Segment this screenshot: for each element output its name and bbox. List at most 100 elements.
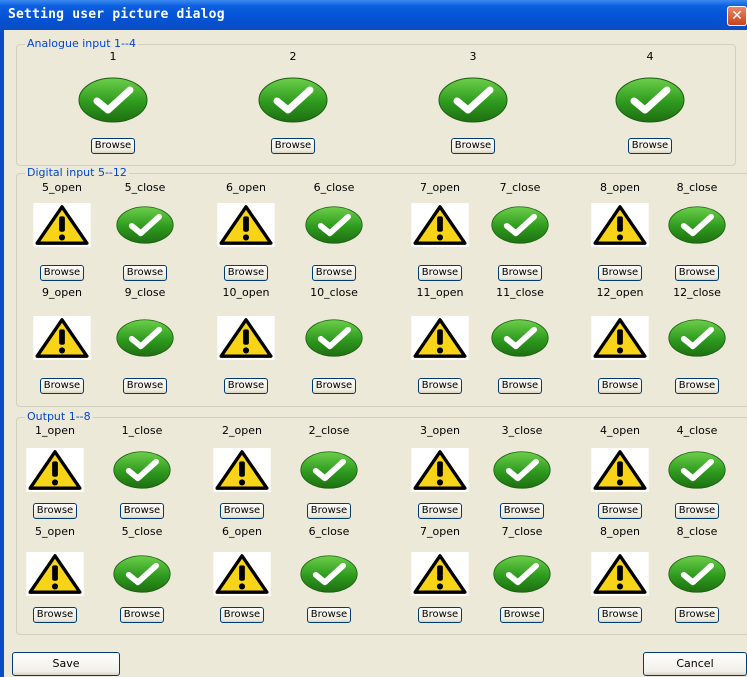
browse-button[interactable]: Browse — [598, 378, 642, 394]
browse-button[interactable]: Browse — [224, 378, 268, 394]
output-group-title: Output 1--8 — [25, 410, 93, 423]
browse-button[interactable]: Browse — [418, 378, 462, 394]
slot-label: 4_close — [676, 424, 718, 437]
browse-button[interactable]: Browse — [498, 378, 542, 394]
browse-button[interactable]: Browse — [675, 265, 719, 281]
check-icon — [668, 203, 726, 250]
browse-button[interactable]: Browse — [312, 265, 356, 281]
close-icon: ✕ — [731, 8, 743, 24]
browse-button[interactable]: Browse — [120, 503, 164, 519]
browse-button[interactable]: Browse — [598, 265, 642, 281]
browse-button[interactable]: Browse — [220, 607, 264, 623]
slot-label: 9_close — [124, 286, 166, 299]
warning-icon — [591, 448, 649, 495]
warning-icon — [213, 448, 271, 495]
check-icon — [113, 448, 171, 495]
slot-label: 7_open — [420, 181, 460, 194]
slot-label: 2_open — [222, 424, 262, 437]
browse-button[interactable]: Browse — [123, 378, 167, 394]
slot-label: 11_close — [496, 286, 544, 299]
warning-icon — [591, 552, 649, 599]
slot-label: 10_close — [310, 286, 358, 299]
check-icon — [113, 552, 171, 599]
browse-button[interactable]: Browse — [675, 503, 719, 519]
warning-icon — [411, 552, 469, 599]
slot-label: 6_close — [308, 525, 350, 538]
window-title: Setting user picture dialog — [8, 7, 225, 22]
slot-label: 6_open — [222, 525, 262, 538]
browse-button[interactable]: Browse — [598, 503, 642, 519]
slot-label: 10_open — [222, 286, 270, 299]
slot-label: 5_open — [35, 525, 75, 538]
browse-button[interactable]: Browse — [675, 607, 719, 623]
digital-group-title: Digital input 5--12 — [25, 166, 129, 179]
check-icon — [668, 316, 726, 363]
browse-button[interactable]: Browse — [220, 503, 264, 519]
check-icon — [300, 448, 358, 495]
check-icon — [116, 203, 174, 250]
check-icon — [668, 552, 726, 599]
browse-button[interactable]: Browse — [40, 265, 84, 281]
slot-label: 1 — [109, 50, 117, 63]
browse-button[interactable]: Browse — [498, 265, 542, 281]
check-icon — [614, 77, 686, 126]
browse-button[interactable]: Browse — [628, 138, 672, 154]
slot-label: 5_open — [42, 181, 82, 194]
slot-label: 2_close — [308, 424, 350, 437]
slot-label: 7_close — [499, 181, 541, 194]
close-button[interactable]: ✕ — [727, 6, 747, 26]
slot-label: 7_open — [420, 525, 460, 538]
browse-button[interactable]: Browse — [123, 265, 167, 281]
slot-label: 8_open — [600, 181, 640, 194]
check-icon — [77, 77, 149, 126]
browse-button[interactable]: Browse — [312, 378, 356, 394]
save-button[interactable]: Save — [12, 652, 120, 676]
browse-button[interactable]: Browse — [598, 607, 642, 623]
dialog-window: Setting user picture dialog ✕ Analogue i… — [0, 0, 747, 677]
slot-label: 7_close — [501, 525, 543, 538]
warning-icon — [33, 316, 91, 363]
browse-button[interactable]: Browse — [271, 138, 315, 154]
window-border — [0, 30, 4, 677]
slot-label: 6_close — [313, 181, 355, 194]
slot-label: 3 — [469, 50, 477, 63]
browse-button[interactable]: Browse — [33, 607, 77, 623]
title-bar[interactable]: Setting user picture dialog ✕ — [0, 0, 747, 30]
slot-label: 9_open — [42, 286, 82, 299]
check-icon — [257, 77, 329, 126]
browse-button[interactable]: Browse — [40, 378, 84, 394]
browse-button[interactable]: Browse — [500, 503, 544, 519]
browse-button[interactable]: Browse — [418, 607, 462, 623]
check-icon — [491, 316, 549, 363]
check-icon — [493, 448, 551, 495]
cancel-button[interactable]: Cancel — [643, 652, 747, 676]
browse-button[interactable]: Browse — [418, 265, 462, 281]
browse-button[interactable]: Browse — [33, 503, 77, 519]
warning-icon — [217, 316, 275, 363]
browse-button[interactable]: Browse — [120, 607, 164, 623]
browse-button[interactable]: Browse — [307, 607, 351, 623]
slot-label: 5_close — [124, 181, 166, 194]
slot-label: 8_close — [676, 181, 718, 194]
warning-icon — [217, 203, 275, 250]
browse-button[interactable]: Browse — [675, 378, 719, 394]
browse-button[interactable]: Browse — [451, 138, 495, 154]
slot-label: 8_open — [600, 525, 640, 538]
warning-icon — [26, 552, 84, 599]
warning-icon — [213, 552, 271, 599]
analogue-group-title: Analogue input 1--4 — [25, 37, 138, 50]
slot-label: 3_open — [420, 424, 460, 437]
check-icon — [493, 552, 551, 599]
slot-label: 6_open — [226, 181, 266, 194]
check-icon — [668, 448, 726, 495]
check-icon — [491, 203, 549, 250]
browse-button[interactable]: Browse — [224, 265, 268, 281]
browse-button[interactable]: Browse — [500, 607, 544, 623]
browse-button[interactable]: Browse — [91, 138, 135, 154]
warning-icon — [33, 203, 91, 250]
slot-label: 5_close — [121, 525, 163, 538]
slot-label: 12_close — [673, 286, 721, 299]
browse-button[interactable]: Browse — [307, 503, 351, 519]
warning-icon — [411, 203, 469, 250]
browse-button[interactable]: Browse — [418, 503, 462, 519]
